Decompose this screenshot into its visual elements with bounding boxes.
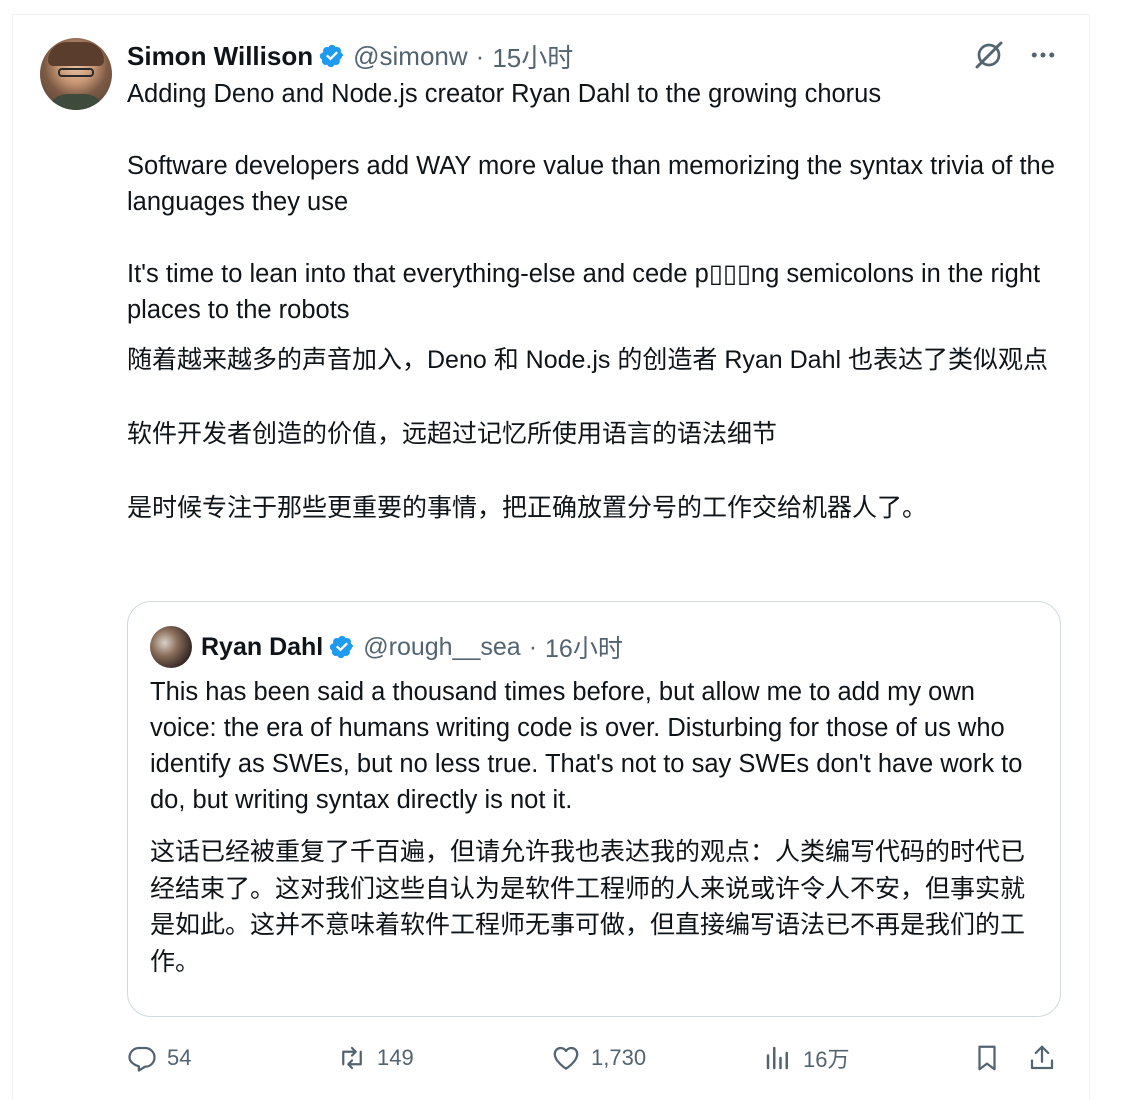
quoted-tweet-body: This has been said a thousand times befo… (150, 678, 1023, 814)
share-button[interactable] (1027, 1043, 1057, 1073)
avatar-hair (48, 42, 104, 66)
quoted-author-name: Ryan Dahl (201, 632, 324, 661)
avatar-shirt (46, 94, 106, 110)
reply-button[interactable]: 54 (127, 1043, 191, 1073)
repost-icon (342, 1046, 362, 1070)
repost-button[interactable]: 149 (337, 1043, 414, 1073)
translation-paragraph: 是时候专注于那些更重要的事情，把正确放置分号的工作交给机器人了。 (127, 494, 928, 522)
author-name[interactable]: Simon Willison (127, 41, 313, 72)
reply-count: 54 (167, 1045, 192, 1070)
quoted-tweet-translation: 这话已经被重复了千百遍，但请允许我也表达我的观点：人类编写代码的时代已经结束了。… (150, 838, 1026, 976)
tweet-translation: 随着越来越多的声音加入，Deno 和 Node.js 的创造者 Ryan Dah… (127, 342, 1067, 527)
tweet-body: Adding Deno and Node.js creator Ryan Dah… (127, 76, 1067, 328)
author-handle[interactable]: @simonw (353, 41, 468, 72)
verified-badge-icon (319, 43, 345, 69)
translation-paragraph: 软件开发者创造的价值，远超过记忆所使用语言的语法细节 (127, 420, 778, 448)
repost-count: 149 (377, 1045, 414, 1070)
like-button[interactable]: 1,730 (551, 1043, 646, 1073)
author-avatar[interactable] (40, 38, 112, 110)
avatar-glasses (58, 68, 94, 77)
verified-badge-icon (329, 634, 355, 660)
tweet-time[interactable]: 15小时 (492, 38, 573, 75)
quoted-tweet[interactable]: Ryan Dahl @rough__sea · 16小时 This has be… (127, 601, 1061, 1017)
separator-dot: · (528, 632, 538, 661)
grok-icon[interactable] (972, 38, 1006, 72)
tweet-top-actions (972, 38, 1060, 72)
tweet-action-bar: 54 149 1,730 16万 (127, 1036, 1067, 1080)
views-button[interactable]: 16万 (763, 1042, 849, 1074)
quoted-author-avatar (150, 626, 192, 668)
tweet-paragraph: Adding Deno and Node.js creator Ryan Dah… (127, 80, 882, 108)
like-count: 1,730 (591, 1045, 647, 1070)
bookmark-icon (978, 1045, 996, 1071)
quoted-author-handle: @rough__sea (363, 632, 521, 661)
reply-icon (128, 1046, 156, 1072)
views-chart-icon (766, 1046, 788, 1070)
quoted-tweet-time: 16小时 (545, 635, 623, 663)
tweet-paragraph: It's time to lean into that everything-e… (127, 260, 1041, 324)
heart-icon (553, 1046, 579, 1070)
more-options-icon[interactable] (1026, 38, 1060, 72)
separator-dot: · (475, 40, 485, 71)
tweet-header: Simon Willison @simonw · 15小时 (127, 36, 573, 76)
quoted-tweet-header: Ryan Dahl @rough__sea · 16小时 (201, 626, 623, 668)
share-icon (1030, 1045, 1054, 1070)
views-count: 16万 (803, 1047, 850, 1072)
tweet-paragraph: Software developers add WAY more value t… (127, 152, 1055, 216)
bookmark-button[interactable] (972, 1043, 1002, 1073)
translation-paragraph: 随着越来越多的声音加入，Deno 和 Node.js 的创造者 Ryan Dah… (127, 346, 1048, 374)
